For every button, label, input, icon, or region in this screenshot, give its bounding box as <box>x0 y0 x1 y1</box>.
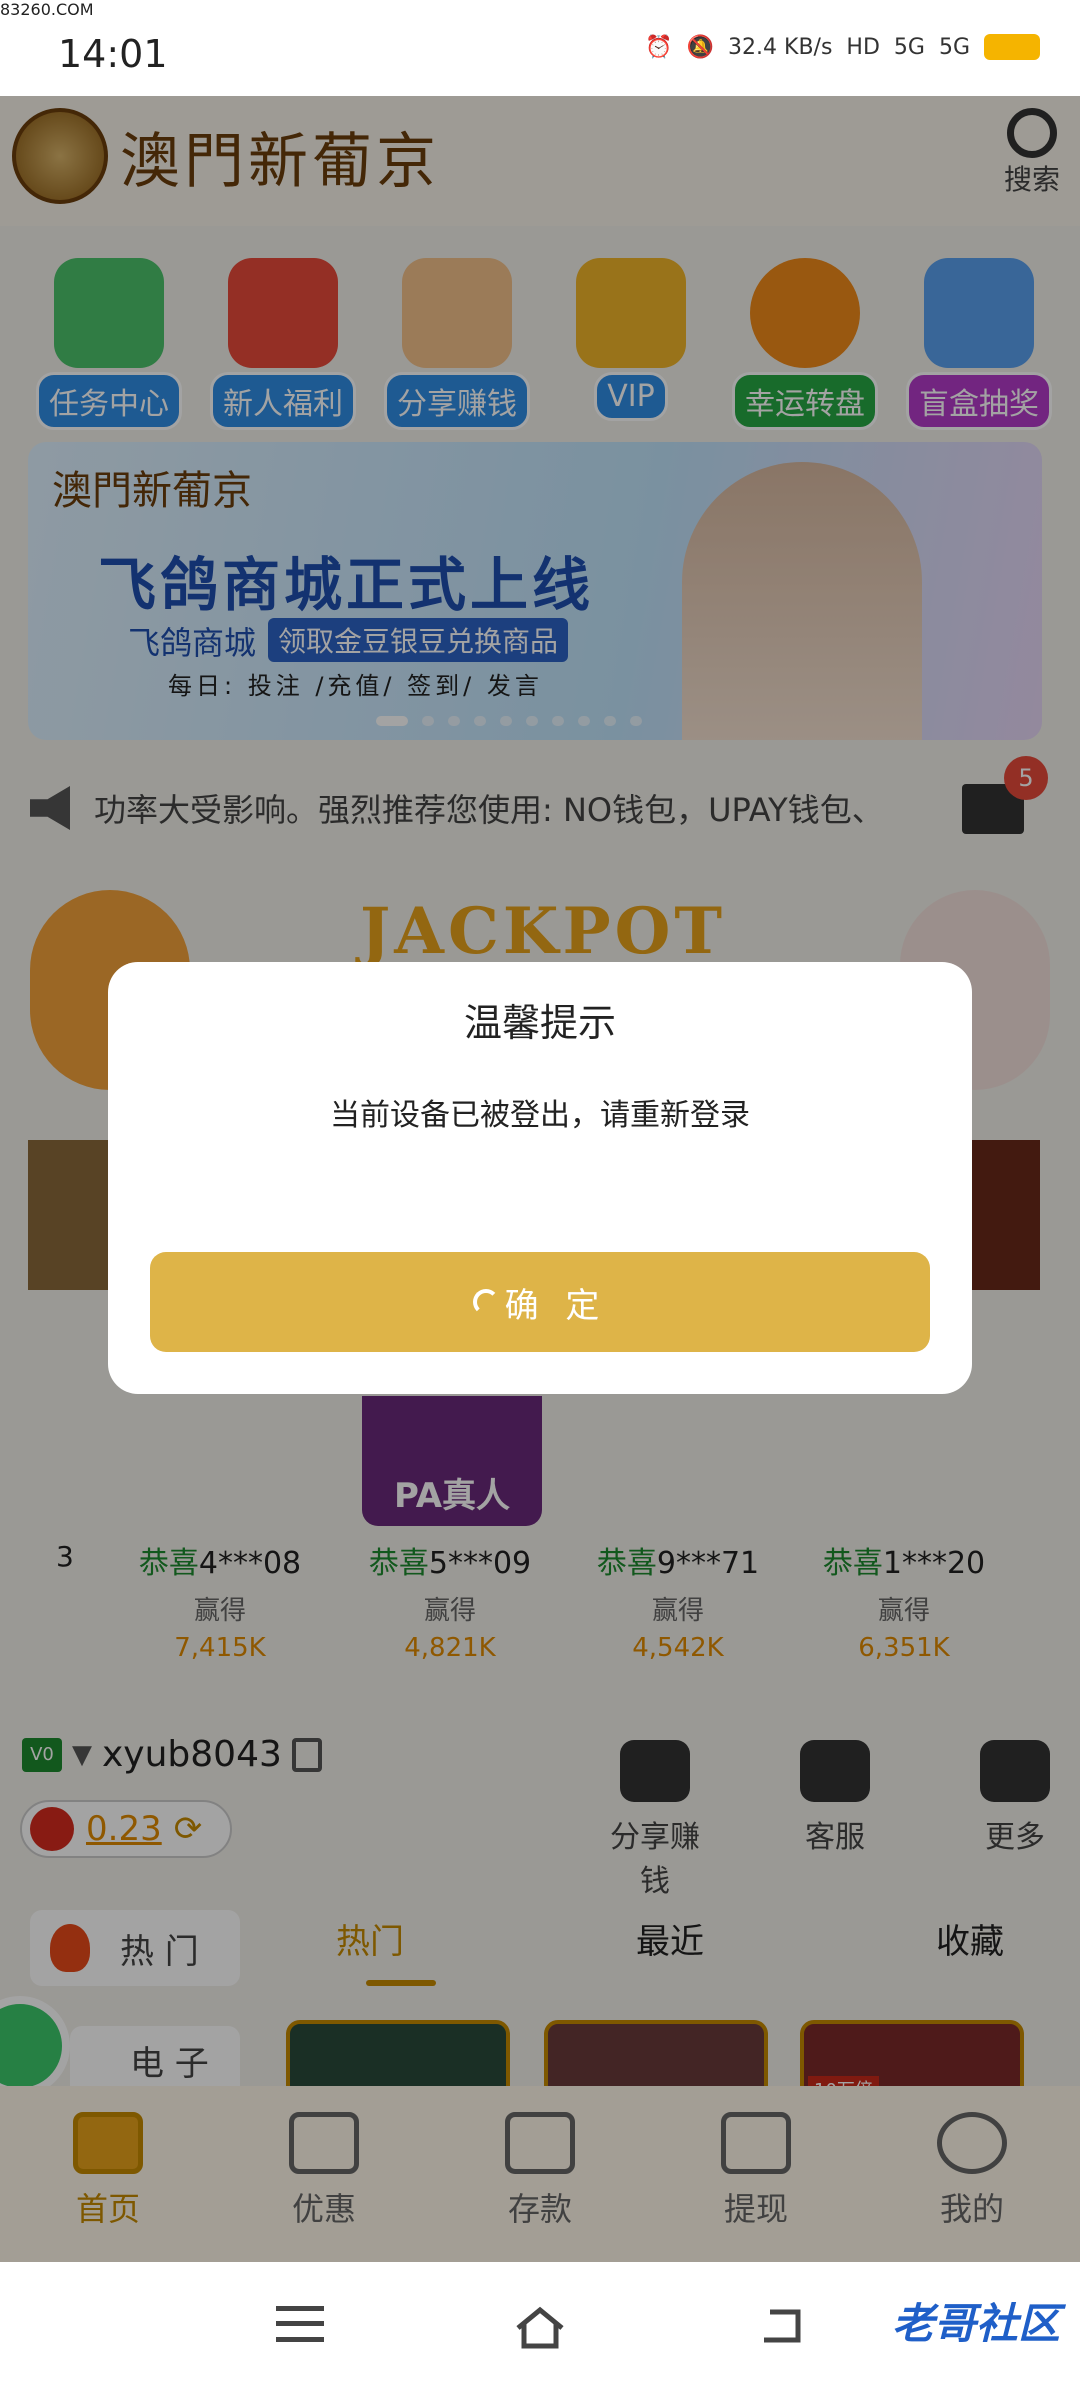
battery-icon <box>984 34 1040 60</box>
confirm-button[interactable]: 确 定 <box>150 1252 930 1352</box>
watermark: 老哥社区 <box>891 2299 1060 2348</box>
dialog-message: 当前设备已被登出，请重新登录 <box>330 1098 750 1133</box>
confirm-label: 确 定 <box>504 1285 608 1326</box>
mute-icon: 🔕 <box>686 34 715 60</box>
home-nav-icon[interactable] <box>514 2306 566 2350</box>
status-time: 14:01 <box>58 32 168 76</box>
alarm-icon: ⏰ <box>645 34 673 60</box>
signal-5g-icon: 5G <box>938 34 970 60</box>
net-speed: 32.4 KB/s <box>728 34 833 60</box>
back-icon[interactable] <box>756 2306 804 2346</box>
logo-url: 83260.COM <box>0 0 94 19</box>
logout-dialog: 温馨提示 当前设备已被登出，请重新登录 确 定 <box>108 962 972 1394</box>
status-icons: ⏰ 🔕 32.4 KB/s HD 5G 5G <box>645 34 1040 60</box>
loading-spinner-icon <box>472 1289 499 1315</box>
signal-5g-icon: 5G <box>893 34 925 60</box>
menu-icon[interactable] <box>276 2306 324 2342</box>
hd-icon: HD <box>846 34 880 60</box>
status-bar: 14:01 ⏰ 🔕 32.4 KB/s HD 5G 5G <box>0 0 1080 96</box>
dialog-title: 温馨提示 <box>463 1001 616 1045</box>
